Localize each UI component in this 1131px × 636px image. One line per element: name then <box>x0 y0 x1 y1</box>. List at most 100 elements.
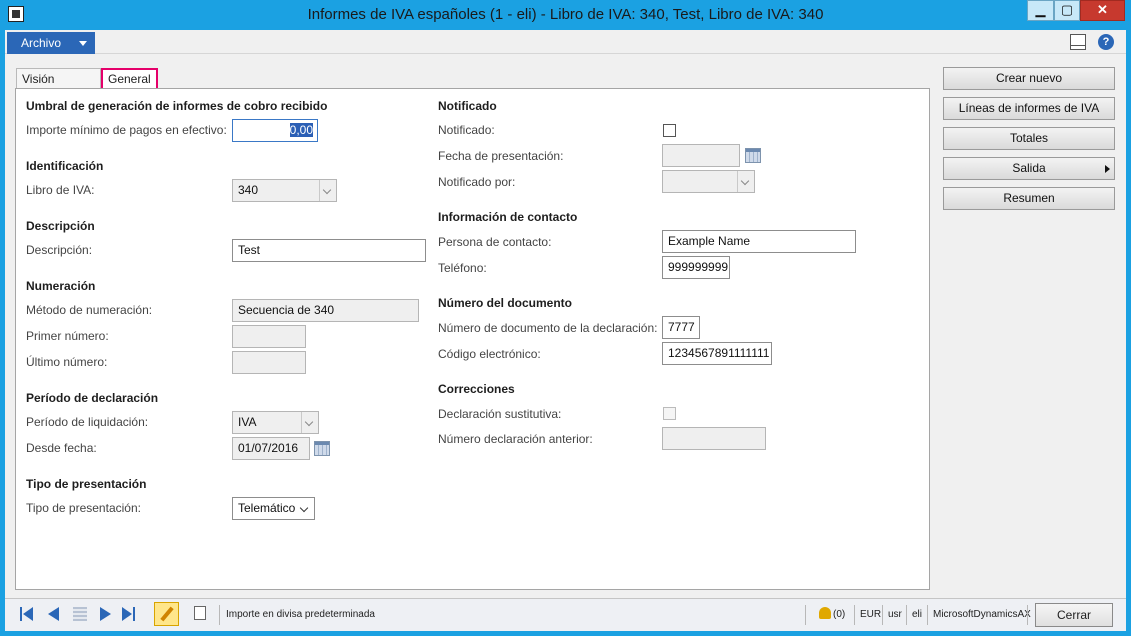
importe-minimo-label: Importe mínimo de pagos en efectivo: <box>26 123 227 137</box>
ultimo-numero-label: Último número: <box>26 355 108 369</box>
status-bar: Importe en divisa predeterminada (0) EUR… <box>5 598 1126 631</box>
status-separator <box>854 605 855 625</box>
title-bar: Informes de IVA españoles (1 - eli) - Li… <box>0 0 1131 30</box>
chevron-down-icon <box>737 171 754 192</box>
chevron-down-icon <box>79 41 87 46</box>
telefono-input[interactable]: 999999999 <box>662 256 730 279</box>
libro-iva-value: 340 <box>238 183 259 197</box>
primer-numero-label: Primer número: <box>26 329 109 343</box>
metodo-numeracion-field[interactable]: Secuencia de 340 <box>232 299 419 322</box>
close-window-button[interactable]: ✕ <box>1080 0 1125 21</box>
numero-documento-input[interactable]: 7777 <box>662 316 700 339</box>
fecha-presentacion-field[interactable] <box>662 144 740 167</box>
currency-indicator[interactable]: EUR <box>860 609 881 620</box>
contacto-heading: Información de contacto <box>438 210 578 224</box>
company-indicator[interactable]: eli <box>912 609 922 620</box>
notificado-checkbox[interactable] <box>663 124 676 137</box>
maximize-button[interactable]: ▢ <box>1054 0 1080 21</box>
totales-button[interactable]: Totales <box>943 127 1115 150</box>
numero-declaracion-anterior-field[interactable] <box>662 427 766 450</box>
desde-fecha-label: Desde fecha: <box>26 441 97 455</box>
user-indicator[interactable]: usr <box>888 609 902 620</box>
persona-contacto-label: Persona de contacto: <box>438 235 552 249</box>
last-record-icon[interactable] <box>122 607 138 621</box>
status-message: Importe en divisa predeterminada <box>226 609 375 620</box>
previous-record-icon[interactable] <box>46 607 62 621</box>
notification-count[interactable]: (0) <box>833 609 845 620</box>
salida-label: Salida <box>1012 161 1046 175</box>
tipo-presentacion-heading: Tipo de presentación <box>26 477 147 491</box>
numero-declaracion-anterior-label: Número declaración anterior: <box>438 432 593 446</box>
chevron-down-icon <box>297 498 314 519</box>
cerrar-button[interactable]: Cerrar <box>1035 603 1113 627</box>
application-indicator: MicrosoftDynamicsAX <box>933 609 1031 620</box>
libro-iva-label: Libro de IVA: <box>26 183 95 197</box>
status-separator <box>882 605 883 625</box>
libro-iva-select[interactable]: 340 <box>232 179 337 202</box>
primer-numero-field[interactable] <box>232 325 306 348</box>
declaracion-sustitutiva-checkbox[interactable] <box>663 407 676 420</box>
resumen-button[interactable]: Resumen <box>943 187 1115 210</box>
notificado-por-label: Notificado por: <box>438 175 516 189</box>
ultimo-numero-field[interactable] <box>232 351 306 374</box>
importe-minimo-input[interactable]: 0,00 <box>232 119 318 142</box>
status-separator <box>927 605 928 625</box>
status-separator <box>219 605 220 625</box>
first-record-icon[interactable] <box>20 607 36 621</box>
form-client-area: Archivo ? Visión general General Umbral … <box>5 30 1126 631</box>
notificado-label: Notificado: <box>438 123 495 137</box>
periodo-liquidacion-value: IVA <box>238 415 257 429</box>
notificado-heading: Notificado <box>438 99 497 113</box>
salida-button[interactable]: Salida <box>943 157 1115 180</box>
grid-view-icon[interactable] <box>73 607 87 621</box>
codigo-electronico-input[interactable]: 1234567891111111 <box>662 342 772 365</box>
status-separator <box>1027 605 1028 625</box>
menu-bar: Archivo ? <box>5 30 1126 54</box>
periodo-heading: Período de declaración <box>26 391 159 405</box>
desde-fecha-field[interactable]: 01/07/2016 <box>232 437 310 460</box>
chevron-down-icon <box>319 180 336 201</box>
documento-heading: Número del documento <box>438 296 573 310</box>
archivo-menu-button[interactable]: Archivo <box>7 32 95 54</box>
declaracion-sustitutiva-label: Declaración sustitutiva: <box>438 407 562 421</box>
status-separator <box>805 605 806 625</box>
minimize-button[interactable]: ▁ <box>1027 0 1054 21</box>
crear-nuevo-button[interactable]: Crear nuevo <box>943 67 1115 90</box>
tipo-presentacion-select[interactable]: Telemático <box>232 497 315 520</box>
tab-vision-general[interactable]: Visión general <box>16 68 101 106</box>
next-record-icon[interactable] <box>98 607 114 621</box>
calendar-icon[interactable] <box>745 148 761 163</box>
periodo-liquidacion-label: Período de liquidación: <box>26 415 149 429</box>
descripcion-label: Descripción: <box>26 243 93 257</box>
identificacion-heading: Identificación <box>26 159 104 173</box>
status-separator <box>906 605 907 625</box>
document-icon[interactable] <box>194 606 206 620</box>
archivo-label: Archivo <box>21 36 62 50</box>
general-tab-panel: Umbral de generación de informes de cobr… <box>15 88 930 590</box>
umbral-heading: Umbral de generación de informes de cobr… <box>26 99 328 113</box>
numeracion-heading: Numeración <box>26 279 96 293</box>
calendar-icon[interactable] <box>314 441 330 456</box>
numero-documento-label: Número de documento de la declaración: <box>438 321 658 335</box>
importe-minimo-value: 0,00 <box>289 123 313 137</box>
telefono-label: Teléfono: <box>438 261 487 275</box>
application-window: Informes de IVA españoles (1 - eli) - Li… <box>0 0 1131 636</box>
layout-icon[interactable] <box>1070 34 1086 50</box>
metodo-numeracion-label: Método de numeración: <box>26 303 153 317</box>
chevron-down-icon <box>301 412 318 433</box>
tipo-presentacion-label: Tipo de presentación: <box>26 501 141 515</box>
chevron-right-icon <box>1105 165 1110 173</box>
periodo-liquidacion-select[interactable]: IVA <box>232 411 319 434</box>
descripcion-heading: Descripción <box>26 219 95 233</box>
tipo-presentacion-value: Telemático <box>238 501 296 515</box>
edit-pencil-icon[interactable] <box>154 602 179 626</box>
codigo-electronico-label: Código electrónico: <box>438 347 541 361</box>
descripcion-input[interactable]: Test <box>232 239 426 262</box>
help-icon[interactable]: ? <box>1098 34 1114 50</box>
bell-icon[interactable] <box>819 607 831 619</box>
persona-contacto-input[interactable]: Example Name <box>662 230 856 253</box>
correcciones-heading: Correcciones <box>438 382 515 396</box>
notificado-por-select[interactable] <box>662 170 755 193</box>
lineas-informes-iva-button[interactable]: Líneas de informes de IVA <box>943 97 1115 120</box>
tab-general[interactable]: General <box>101 68 158 90</box>
